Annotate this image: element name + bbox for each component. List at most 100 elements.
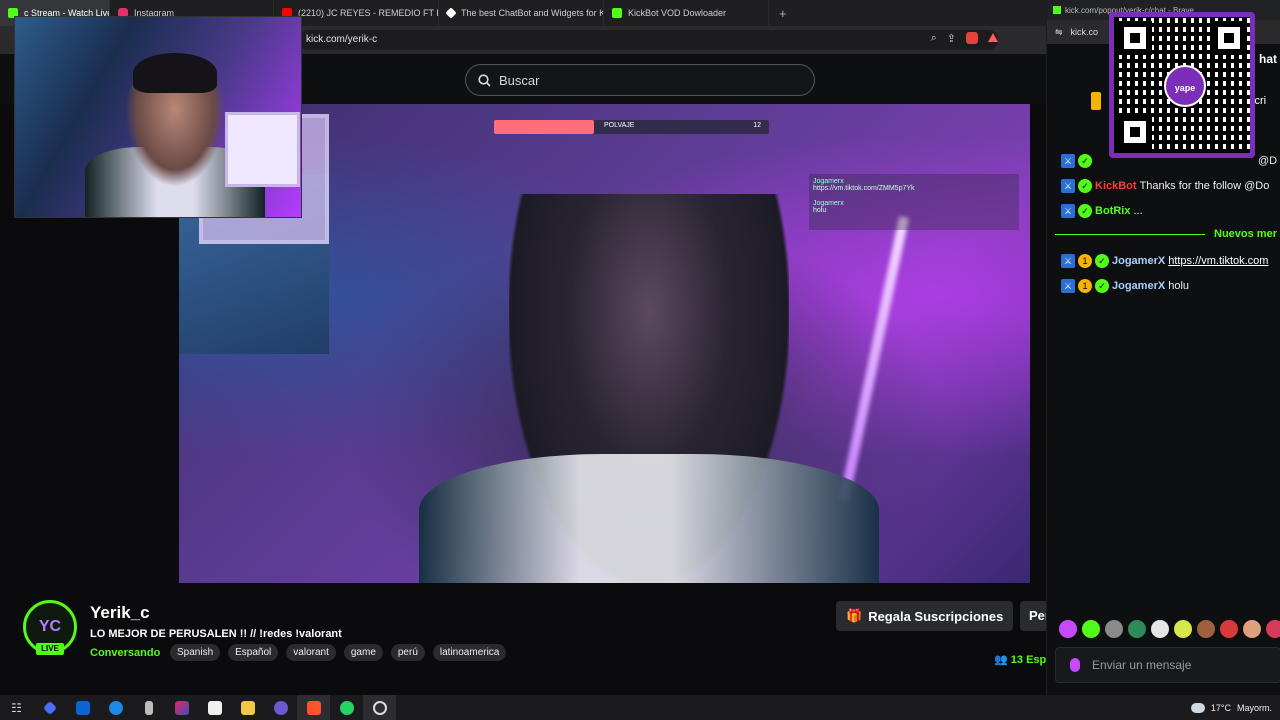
yape-qr-code: yape <box>1109 12 1255 158</box>
emote-icon[interactable] <box>1151 620 1169 638</box>
webcam-qr-code <box>225 112 300 187</box>
gift-label: Regala Suscripciones <box>868 608 1004 624</box>
new-messages-divider: Nuevos mer <box>1055 226 1280 242</box>
verified-badge-icon: ✓ <box>1095 253 1109 268</box>
chat-username[interactable]: KickBot <box>1095 180 1137 192</box>
chat-username[interactable]: JogamerX <box>1112 255 1165 267</box>
task-view-icon: ☷ <box>11 700 22 715</box>
taskbar-app[interactable] <box>99 695 132 720</box>
emote-icon[interactable] <box>1197 620 1215 638</box>
moderator-badge-icon: ⚔ <box>1061 178 1075 193</box>
chat-username[interactable]: BotRix <box>1095 205 1130 217</box>
tag[interactable]: valorant <box>286 644 336 661</box>
chat-message: ⚔ ✓ @D <box>1061 148 1280 173</box>
stream-goal-bar: POLVAJE 12 <box>494 120 769 134</box>
chat-link[interactable]: https://vm.tiktok.com <box>1168 255 1268 267</box>
taskbar-app-brave[interactable] <box>297 695 330 720</box>
tag[interactable]: game <box>343 644 383 661</box>
chat-message: ⚔ ✓ KickBot Thanks for the follow @Do <box>1061 173 1280 198</box>
tag[interactable]: latinoamerica <box>432 644 507 661</box>
taskbar-app[interactable] <box>66 695 99 720</box>
chat-username[interactable]: JogamerX <box>1112 280 1165 292</box>
app-icon <box>42 700 57 715</box>
brave-rewards-icon[interactable] <box>988 33 998 42</box>
goal-label: POLVAJE <box>604 122 635 129</box>
address-bar-icons: ⌕ ⇪ <box>931 32 998 45</box>
video-player[interactable]: POLVAJE 12 Jogamerx https://vm.tiktok.co… <box>179 104 1030 583</box>
taskbar-app[interactable] <box>231 695 264 720</box>
chat-message: ⚔ ✓ BotRix ... <box>1061 198 1280 223</box>
moderator-badge-icon: ⚔ <box>1061 153 1075 168</box>
neon-light <box>838 216 910 502</box>
chat-input[interactable] <box>1092 658 1262 672</box>
microphone-icon[interactable] <box>1070 658 1080 672</box>
live-badge: LIVE <box>36 643 64 655</box>
emote-bar <box>1059 620 1280 638</box>
emote-icon[interactable] <box>1128 620 1146 638</box>
chat-text: Thanks for the follow @Do <box>1139 179 1270 192</box>
taskbar-app-obs[interactable] <box>363 695 396 720</box>
tune-icon[interactable]: ⇋ <box>1055 27 1063 38</box>
viewer-count: 👥 13 Esp <box>994 654 1046 666</box>
outlook-icon <box>75 700 90 715</box>
kick-icon <box>1053 6 1061 14</box>
emote-icon[interactable] <box>1220 620 1238 638</box>
chat-url[interactable]: kick.co <box>1071 27 1099 37</box>
emote-icon[interactable] <box>1082 620 1100 638</box>
tab-chatbot[interactable]: The best ChatBot and Widgets for K <box>439 0 604 26</box>
chat-message: ⚔ 1 ✓ JogamerX holu <box>1061 273 1280 298</box>
taskbar-app-whatsapp[interactable] <box>330 695 363 720</box>
system-tray[interactable]: 17°C Mayorm. <box>1190 695 1272 720</box>
chat-input-box[interactable] <box>1055 647 1280 683</box>
emote-icon[interactable] <box>1174 620 1192 638</box>
taskbar-app[interactable] <box>264 695 297 720</box>
channel-name[interactable]: Yerik_c <box>90 603 150 623</box>
chat-header-title: hat <box>1259 52 1277 66</box>
tag[interactable]: Spanish <box>170 644 221 661</box>
gift-subscriptions-button[interactable]: 🎁 Regala Suscripciones <box>836 601 1014 631</box>
tab-label: KickBot VOD Dowloader <box>628 8 727 18</box>
stream-chat-overlay: Jogamerx https://vm.tiktok.com/ZMM5p7Yk … <box>809 174 1019 230</box>
stream-tags: Spanish Español valorant game perú latin… <box>170 644 507 661</box>
kick-icon <box>612 8 622 18</box>
taskbar-app[interactable] <box>198 695 231 720</box>
chat-popout-window: kick.com/popout/yerik-c/chat - Brave ⇋ k… <box>1046 0 1280 695</box>
chat-text: @D <box>1258 154 1278 167</box>
search-bar[interactable] <box>465 64 815 96</box>
app-icon <box>273 700 288 715</box>
moderator-badge-icon: ⚔ <box>1061 278 1075 293</box>
folder-icon <box>240 700 255 715</box>
task-view-button[interactable]: ☷ <box>0 695 33 720</box>
taskbar-app[interactable] <box>165 695 198 720</box>
verified-badge-icon: ✓ <box>1078 203 1092 218</box>
whatsapp-icon <box>339 700 354 715</box>
obs-icon <box>372 700 387 715</box>
subscriber-badge-icon: 1 <box>1078 278 1092 293</box>
search-input[interactable] <box>499 72 799 88</box>
overlay-chat-user: Jogamerx <box>813 178 844 185</box>
chat-text: holu <box>1168 279 1189 292</box>
stream-category[interactable]: Conversando <box>90 647 160 659</box>
subscriber-badge-icon: 1 <box>1078 253 1092 268</box>
tag[interactable]: Español <box>228 644 279 661</box>
brave-shields-icon[interactable] <box>966 32 978 44</box>
verified-badge-icon: ✓ <box>1078 153 1092 168</box>
moderator-badge-icon: ⚔ <box>1061 253 1075 268</box>
taskbar-app[interactable] <box>132 695 165 720</box>
new-tab-button[interactable]: + <box>769 6 797 21</box>
emote-icon[interactable] <box>1059 620 1077 638</box>
moderator-badge-icon: ⚔ <box>1061 203 1075 218</box>
zoom-icon[interactable]: ⌕ <box>931 32 937 45</box>
overlay-chat-text: https://vm.tiktok.com/ZMM5p7Yk <box>813 185 915 192</box>
emote-icon[interactable] <box>1105 620 1123 638</box>
taskbar-app[interactable] <box>33 695 66 720</box>
channel-info: YC LIVE Yerik_c LO MEJOR DE PERUSALEN !!… <box>0 583 1060 695</box>
share-icon[interactable]: ⇪ <box>947 32 956 45</box>
emote-icon[interactable] <box>1243 620 1261 638</box>
emote-icon[interactable] <box>1266 620 1280 638</box>
webcam-overlay <box>14 16 302 218</box>
url-field[interactable]: kick.com/yerik-c <box>298 30 998 50</box>
brave-icon <box>306 700 321 715</box>
tab-kickbot-vod[interactable]: KickBot VOD Dowloader <box>604 0 769 26</box>
tag[interactable]: perú <box>390 644 425 661</box>
